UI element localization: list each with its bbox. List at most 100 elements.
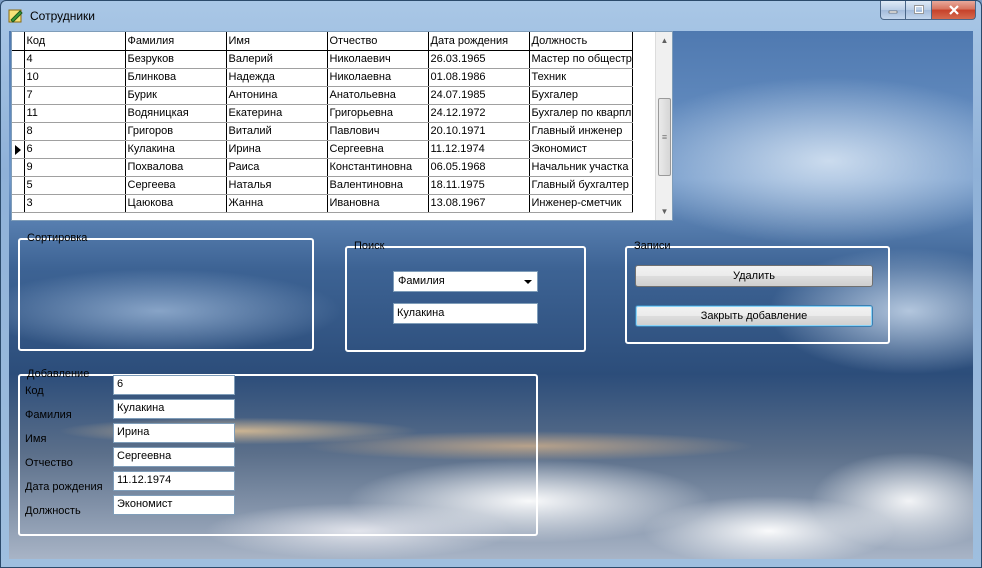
cell-birthdate[interactable]: 26.03.1965 <box>428 50 530 69</box>
cell-birthdate[interactable]: 20.10.1971 <box>428 122 530 141</box>
row-header[interactable] <box>12 194 25 213</box>
cell-code[interactable]: 9 <box>24 158 126 177</box>
table-row[interactable]: 7 Бурик Антонина Анатольевна 24.07.1985 Бухга… <box>12 86 633 105</box>
cell-position[interactable]: Главный бухгалтер <box>529 176 633 195</box>
add-field-position[interactable]: Экономист <box>113 495 235 515</box>
cell-birthdate[interactable]: 13.08.1967 <box>428 194 530 213</box>
scroll-thumb[interactable]: ≡ <box>658 98 671 176</box>
cell-firstname[interactable]: Валерий <box>226 50 328 69</box>
cell-firstname[interactable]: Ирина <box>226 140 328 159</box>
cell-position[interactable]: Мастер по общестр <box>529 50 633 69</box>
table-row[interactable]: 8 Григоров Виталий Павлович 20.10.1971 Главны… <box>12 122 633 141</box>
cell-code[interactable]: 10 <box>24 68 126 87</box>
cell-firstname[interactable]: Наталья <box>226 176 328 195</box>
cell-lastname[interactable]: Безруков <box>125 50 227 69</box>
row-header[interactable] <box>12 50 25 69</box>
cell-firstname[interactable]: Раиса <box>226 158 328 177</box>
scroll-up-arrow-icon[interactable]: ▲ <box>656 32 672 49</box>
cell-code[interactable]: 7 <box>24 86 126 105</box>
table-row[interactable]: 9 Похвалова Раиса Константиновна 06.05.1968 Н… <box>12 158 633 177</box>
row-header[interactable] <box>12 176 25 195</box>
cell-patronymic[interactable]: Николаевна <box>327 68 429 87</box>
table-row[interactable]: 11 Водяницкая Екатерина Григорьевна 24.12.19… <box>12 104 633 123</box>
column-header-code[interactable]: Код <box>24 32 126 51</box>
cell-lastname[interactable]: Кулакина <box>125 140 227 159</box>
cell-birthdate[interactable]: 24.07.1985 <box>428 86 530 105</box>
delete-button[interactable]: Удалить <box>635 265 873 287</box>
add-field-birthdate[interactable]: 11.12.1974 <box>113 471 235 491</box>
cell-lastname[interactable]: Сергеева <box>125 176 227 195</box>
cell-lastname[interactable]: Бурик <box>125 86 227 105</box>
row-header[interactable] <box>12 122 25 141</box>
cell-firstname[interactable]: Антонина <box>226 86 328 105</box>
cell-birthdate[interactable]: 24.12.1972 <box>428 104 530 123</box>
cell-lastname[interactable]: Похвалова <box>125 158 227 177</box>
cell-birthdate[interactable]: 18.11.1975 <box>428 176 530 195</box>
grid-vertical-scrollbar[interactable]: ▲ ≡ ▼ <box>655 32 672 220</box>
cell-firstname[interactable]: Екатерина <box>226 104 328 123</box>
cell-patronymic[interactable]: Николаевич <box>327 50 429 69</box>
cell-position[interactable]: Техник <box>529 68 633 87</box>
cell-patronymic[interactable]: Павлович <box>327 122 429 141</box>
employees-grid[interactable]: Код Фамилия Имя Отчество Дата рождения Д… <box>11 31 673 221</box>
column-header-birthdate[interactable]: Дата рождения <box>428 32 530 51</box>
cell-position[interactable]: Бухгалер по кварпл <box>529 104 633 123</box>
search-input[interactable]: Кулакина <box>393 303 538 324</box>
cell-firstname[interactable]: Жанна <box>226 194 328 213</box>
cell-position[interactable]: Начальник участка <box>529 158 633 177</box>
cell-code[interactable]: 3 <box>24 194 126 213</box>
cell-birthdate[interactable]: 11.12.1974 <box>428 140 530 159</box>
cell-position[interactable]: Инженер-сметчик <box>529 194 633 213</box>
table-row[interactable]: 5 Сергеева Наталья Валентиновна 18.11.1975 Гл… <box>12 176 633 195</box>
row-header[interactable] <box>12 158 25 177</box>
column-header-firstname[interactable]: Имя <box>226 32 328 51</box>
row-header[interactable] <box>12 68 25 87</box>
cell-patronymic[interactable]: Сергеевна <box>327 140 429 159</box>
add-field-patronymic[interactable]: Сергеевна <box>113 447 235 467</box>
column-header-position[interactable]: Должность <box>529 32 633 51</box>
maximize-button[interactable] <box>906 1 932 20</box>
cell-birthdate[interactable]: 01.08.1986 <box>428 68 530 87</box>
cell-code[interactable]: 11 <box>24 104 126 123</box>
cell-birthdate[interactable]: 06.05.1968 <box>428 158 530 177</box>
cell-patronymic[interactable]: Григорьевна <box>327 104 429 123</box>
table-row[interactable]: 6 Кулакина Ирина Сергеевна 11.12.1974 Экономи… <box>12 140 633 159</box>
column-header-patronymic[interactable]: Отчество <box>327 32 429 51</box>
add-field-code[interactable]: 6 <box>113 375 235 395</box>
column-header-lastname[interactable]: Фамилия <box>125 32 227 51</box>
add-label-code: Код <box>25 385 44 397</box>
cell-lastname[interactable]: Водяницкая <box>125 104 227 123</box>
scroll-down-arrow-icon[interactable]: ▼ <box>656 203 672 220</box>
cell-position[interactable]: Экономист <box>529 140 633 159</box>
cell-patronymic[interactable]: Валентиновна <box>327 176 429 195</box>
cell-position[interactable]: Бухгалер <box>529 86 633 105</box>
minimize-button[interactable] <box>880 1 906 20</box>
table-row[interactable]: 10 Блинкова Надежда Николаевна 01.08.1986 Тех… <box>12 68 633 87</box>
row-header[interactable] <box>12 86 25 105</box>
cell-lastname[interactable]: Григоров <box>125 122 227 141</box>
add-field-firstname[interactable]: Ирина <box>113 423 235 443</box>
maximize-icon <box>913 5 924 14</box>
cell-lastname[interactable]: Блинкова <box>125 68 227 87</box>
cell-firstname[interactable]: Виталий <box>226 122 328 141</box>
cell-patronymic[interactable]: Анатольевна <box>327 86 429 105</box>
close-button[interactable] <box>932 1 976 20</box>
cell-position[interactable]: Главный инженер <box>529 122 633 141</box>
cell-patronymic[interactable]: Константиновна <box>327 158 429 177</box>
search-field-select[interactable]: Фамилия <box>393 271 538 292</box>
current-row-arrow-icon <box>15 144 21 155</box>
add-field-lastname[interactable]: Кулакина <box>113 399 235 419</box>
cell-code[interactable]: 6 <box>24 140 126 159</box>
row-header[interactable] <box>12 104 25 123</box>
table-row[interactable]: 4 Безруков Валерий Николаевич 26.03.1965 Маст… <box>12 50 633 69</box>
title-bar[interactable]: Сотрудники <box>1 1 981 31</box>
cell-patronymic[interactable]: Ивановна <box>327 194 429 213</box>
cell-code[interactable]: 8 <box>24 122 126 141</box>
cell-firstname[interactable]: Надежда <box>226 68 328 87</box>
table-row[interactable]: 3 Цаюкова Жанна Ивановна 13.08.1967 Инженер-с… <box>12 194 633 213</box>
cell-lastname[interactable]: Цаюкова <box>125 194 227 213</box>
cell-code[interactable]: 5 <box>24 176 126 195</box>
cell-code[interactable]: 4 <box>24 50 126 69</box>
row-header[interactable] <box>12 140 25 159</box>
close-add-button[interactable]: Закрыть добавление <box>635 305 873 327</box>
